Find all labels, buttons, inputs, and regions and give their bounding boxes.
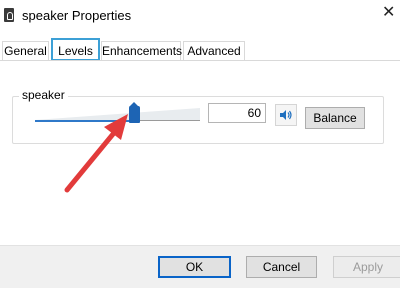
cancel-button[interactable]: Cancel (246, 256, 317, 278)
apply-button[interactable]: Apply (333, 256, 400, 278)
ok-button[interactable]: OK (158, 256, 231, 278)
annotation-arrow (64, 114, 128, 193)
